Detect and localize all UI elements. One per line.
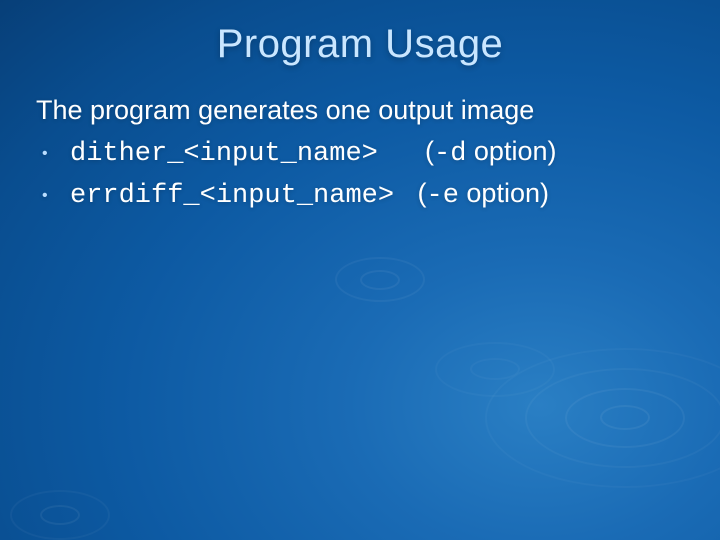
list-item: • errdiff_<input_name> (-e option)	[42, 174, 690, 216]
list-item-body: errdiff_<input_name> (-e option)	[70, 174, 549, 216]
intro-text: The program generates one output image	[36, 95, 690, 126]
list-item-body: dither_<input_name> (-d option)	[70, 132, 556, 174]
paren-open: (	[410, 136, 434, 166]
paren-close: option)	[466, 136, 556, 166]
slide-content: The program generates one output image •…	[0, 95, 720, 216]
paren-open: (	[410, 178, 427, 208]
bullet-icon: •	[42, 184, 70, 207]
code-flag: -d	[434, 139, 466, 169]
code-filename: dither_<input_name>	[70, 135, 410, 174]
bullet-list: • dither_<input_name> (-d option) • errd…	[36, 132, 690, 216]
code-filename: errdiff_<input_name>	[70, 177, 410, 216]
list-item: • dither_<input_name> (-d option)	[42, 132, 690, 174]
bullet-icon: •	[42, 142, 70, 165]
paren-close: option)	[459, 178, 549, 208]
slide-title: Program Usage	[0, 0, 720, 95]
slide: Program Usage The program generates one …	[0, 0, 720, 540]
code-flag: -e	[427, 181, 459, 211]
